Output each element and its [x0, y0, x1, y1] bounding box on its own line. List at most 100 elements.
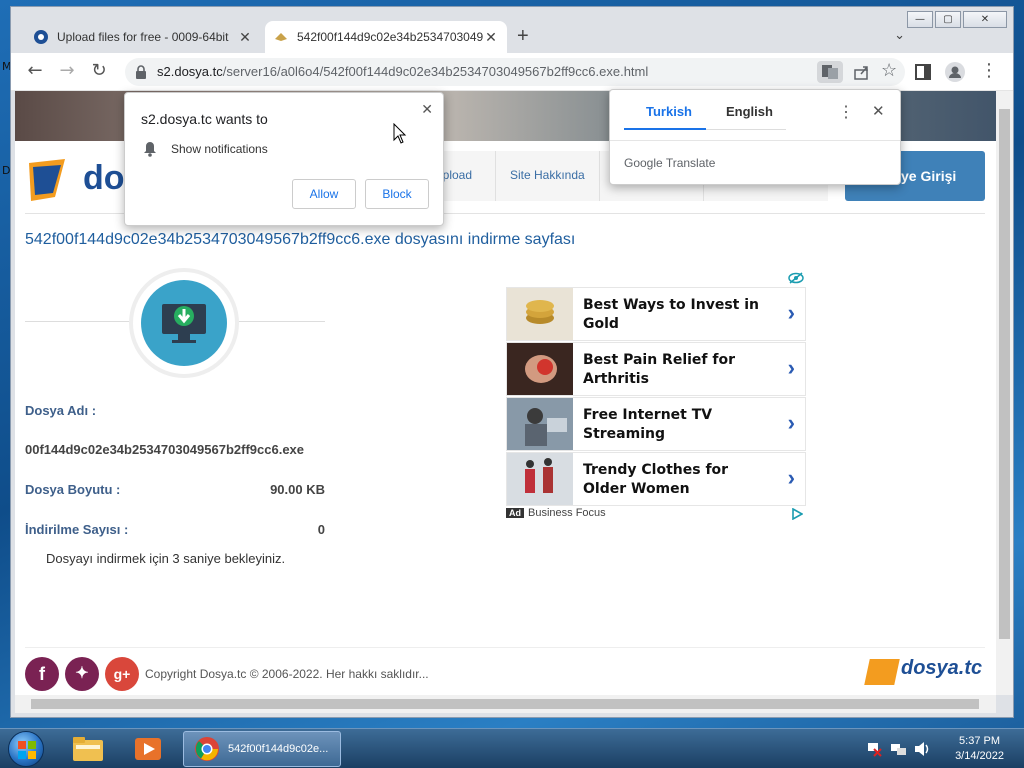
- system-clock[interactable]: 5:37 PM 3/14/2022: [955, 734, 1004, 764]
- ad-title[interactable]: Best Pain Relief for Arthritis: [583, 351, 763, 389]
- adchoices-icon[interactable]: [791, 508, 803, 520]
- file-size-label: Dosya Boyutu :: [25, 482, 121, 497]
- download-count-label: İndirilme Sayısı :: [25, 522, 129, 537]
- login-label: ye Girişi: [901, 168, 957, 184]
- url-domain: s2.dosya.tc: [157, 64, 223, 79]
- volume-icon[interactable]: [914, 741, 932, 757]
- close-window-button[interactable]: ✕: [963, 11, 1007, 28]
- translate-icon[interactable]: [817, 61, 843, 83]
- page-favicon-icon: [275, 33, 287, 41]
- windows-logo-icon: [18, 741, 36, 759]
- network-icon[interactable]: [890, 741, 908, 757]
- back-button[interactable]: ←: [23, 60, 47, 81]
- url-path: /server16/a0l6o4/542f00f144d9c02e34b2534…: [222, 64, 649, 79]
- minimize-button[interactable]: —: [907, 11, 933, 28]
- action-center-flag-icon[interactable]: [866, 741, 882, 757]
- download-monitor-icon: [162, 304, 206, 343]
- translate-options-icon[interactable]: ⋮: [838, 102, 854, 122]
- close-tab-icon[interactable]: ✕: [237, 29, 253, 46]
- popup-title: s2.dosya.tc wants to: [141, 111, 268, 127]
- ad-thumbnail-clothes: [507, 453, 573, 505]
- scroll-thumb[interactable]: [31, 699, 979, 709]
- translate-tab-target[interactable]: English: [726, 104, 773, 119]
- ad-title[interactable]: Best Ways to Invest in Gold: [583, 296, 763, 334]
- ad-title[interactable]: Free Internet TV Streaming: [583, 406, 763, 444]
- reload-button[interactable]: ↻: [87, 60, 111, 81]
- footer-logo-icon: [864, 659, 900, 685]
- ad-block: Best Ways to Invest in Gold › Best Pain …: [506, 287, 806, 527]
- close-icon[interactable]: ✕: [421, 101, 433, 118]
- ad-arrow-icon[interactable]: ›: [788, 355, 795, 381]
- nav-about[interactable]: Site Hakkında: [495, 151, 599, 201]
- clock-time: 5:37 PM: [959, 735, 1001, 747]
- close-tab-icon[interactable]: ✕: [483, 29, 499, 46]
- tab-title: 542f00f144d9c02e34b2534703049567b2ff9cc6: [297, 30, 483, 44]
- file-name-value: 00f144d9c02e34b2534703049567b2ff9cc6.exe: [25, 442, 305, 457]
- download-badge: [129, 268, 239, 378]
- task-title: 542f00f144d9c02e...: [228, 743, 329, 755]
- new-tab-button[interactable]: +: [517, 25, 529, 48]
- address-bar[interactable]: s2.dosya.tc/server16/a0l6o4/542f00f144d9…: [125, 58, 905, 86]
- tab-title: Upload files for free - 0009-64bit: [57, 30, 229, 44]
- ad-privacy-eye-icon[interactable]: [788, 272, 804, 284]
- lock-icon[interactable]: [135, 65, 147, 79]
- forward-button[interactable]: →: [55, 60, 79, 81]
- ad-source[interactable]: Business Focus: [528, 507, 606, 519]
- download-circle: [141, 280, 227, 366]
- media-player-icon: [135, 738, 161, 760]
- google-translate-brand: Google Translate: [624, 156, 716, 170]
- close-icon[interactable]: ✕: [872, 102, 885, 120]
- window-controls: — ▢ ✕: [907, 11, 1007, 28]
- url-text[interactable]: s2.dosya.tc/server16/a0l6o4/542f00f144d9…: [157, 64, 648, 79]
- taskbar-chrome-window[interactable]: 542f00f144d9c02e...: [183, 731, 341, 767]
- browser-menu-button[interactable]: ⋮: [977, 60, 1001, 81]
- bookmark-star-icon[interactable]: ☆: [881, 60, 897, 81]
- translate-popup: Turkish English ⋮ ✕ Google Translate: [609, 89, 901, 185]
- twitter-icon[interactable]: ✦: [65, 657, 99, 691]
- tab-search-button[interactable]: ⌄: [894, 27, 905, 43]
- ad-item[interactable]: Trendy Clothes for Older Women ›: [506, 452, 806, 506]
- ad-item[interactable]: Free Internet TV Streaming ›: [506, 397, 806, 451]
- facebook-icon[interactable]: f: [25, 657, 59, 691]
- ad-item[interactable]: Best Ways to Invest in Gold ›: [506, 287, 806, 341]
- bell-icon: [144, 142, 156, 157]
- page-title: 542f00f144d9c02e34b2534703049567b2ff9cc6…: [25, 231, 576, 248]
- maximize-button[interactable]: ▢: [935, 11, 961, 28]
- copyright-text: Copyright Dosya.tc © 2006-2022. Her hakk…: [145, 667, 429, 681]
- taskbar: 542f00f144d9c02e... 5:37 PM 3/14/2022: [0, 728, 1024, 768]
- ad-thumbnail-tv: [507, 398, 573, 450]
- ad-thumbnail-arthritis: [507, 343, 573, 395]
- share-icon[interactable]: [853, 64, 871, 80]
- taskbar-media-player[interactable]: [122, 731, 174, 767]
- tab-underline: [706, 129, 786, 130]
- tab-upload-files[interactable]: Upload files for free - 0009-64bit ✕: [25, 21, 261, 53]
- side-panel-icon[interactable]: [915, 64, 931, 80]
- start-button[interactable]: [8, 731, 44, 767]
- ad-arrow-icon[interactable]: ›: [788, 465, 795, 491]
- allow-button[interactable]: Allow: [292, 179, 356, 209]
- ad-arrow-icon[interactable]: ›: [788, 410, 795, 436]
- download-count-value: 0: [317, 522, 325, 537]
- divider: [610, 140, 900, 141]
- taskbar-explorer[interactable]: [62, 731, 114, 767]
- block-button[interactable]: Block: [365, 179, 429, 209]
- horizontal-scrollbar[interactable]: [15, 695, 996, 713]
- translate-tab-source[interactable]: Turkish: [646, 104, 692, 119]
- active-tab-indicator: [624, 128, 706, 130]
- ad-arrow-icon[interactable]: ›: [788, 300, 795, 326]
- permission-text: Show notifications: [171, 142, 268, 156]
- google-plus-icon[interactable]: g+: [105, 657, 139, 691]
- notification-permission-popup: s2.dosya.tc wants to ✕ Show notification…: [124, 92, 444, 226]
- chrome-icon: [195, 737, 219, 761]
- profile-avatar-icon[interactable]: [945, 62, 965, 82]
- footer-logo-text[interactable]: dosya.tc: [901, 657, 982, 680]
- tab-download-page[interactable]: 542f00f144d9c02e34b2534703049567b2ff9cc6…: [265, 21, 507, 53]
- dosya-logo-icon[interactable]: [25, 157, 80, 203]
- scroll-thumb[interactable]: [999, 109, 1010, 639]
- browser-window: — ▢ ✕ Upload files for free - 0009-64bit…: [10, 6, 1014, 718]
- vertical-scrollbar[interactable]: [996, 91, 1013, 695]
- ad-item[interactable]: Best Pain Relief for Arthritis ›: [506, 342, 806, 396]
- mouse-cursor-icon: [393, 123, 407, 144]
- ad-badge: Ad: [506, 508, 524, 518]
- ad-title[interactable]: Trendy Clothes for Older Women: [583, 461, 763, 499]
